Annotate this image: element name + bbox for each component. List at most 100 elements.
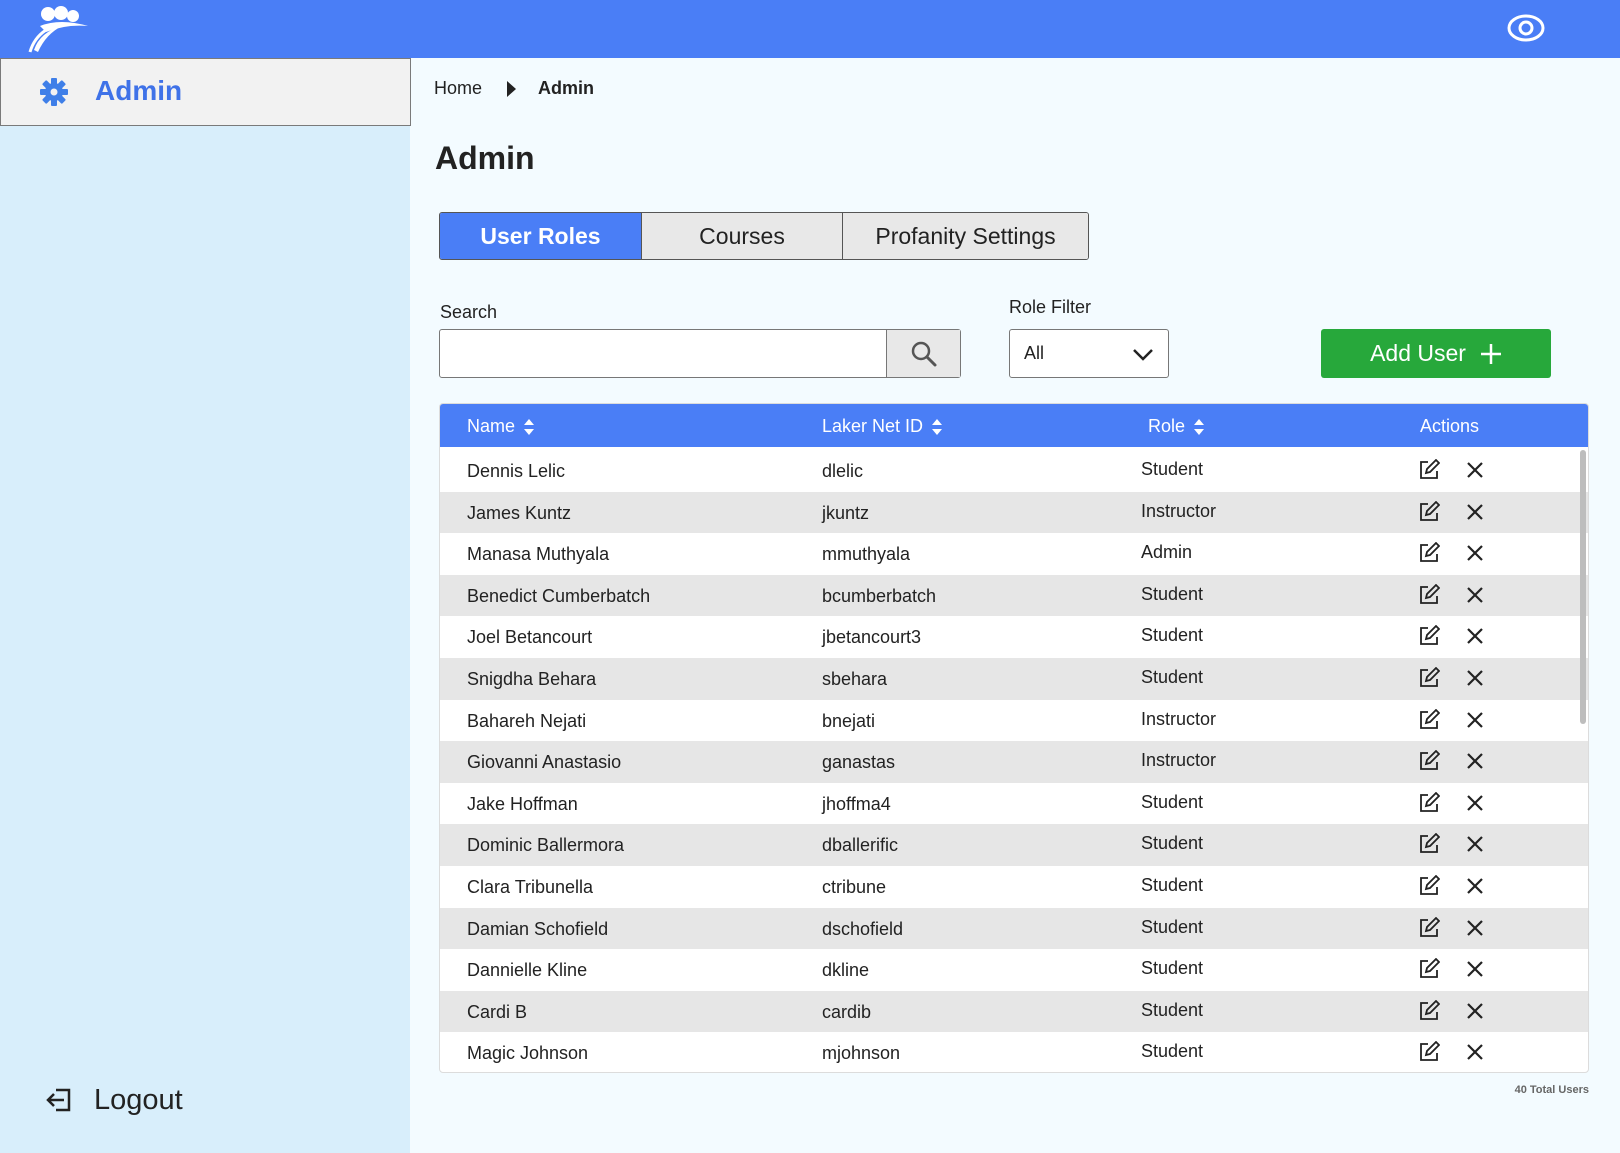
cell-role: Student <box>1141 1041 1204 1062</box>
cell-name: Benedict Cumberbatch <box>467 585 651 606</box>
cell-name: Damian Schofield <box>467 918 609 939</box>
add-user-label: Add User <box>1370 340 1466 366</box>
cell-name: Clara Tribunella <box>467 877 594 897</box>
cell-name: Dennis Lelic <box>467 461 566 481</box>
sort-icon <box>1194 418 1205 435</box>
tab-profanity-settings[interactable]: Profanity Settings <box>843 213 1088 259</box>
table-row: Snigdha Behara sbehara Student <box>440 658 1588 700</box>
cell-netid: cardib <box>822 1001 872 1022</box>
delete-icon[interactable] <box>1466 461 1484 479</box>
column-header-role[interactable]: Role <box>1148 416 1205 437</box>
delete-icon[interactable] <box>1466 503 1484 521</box>
logout-button[interactable]: Logout <box>44 1080 183 1120</box>
sidebar-item-admin[interactable]: Admin <box>0 58 411 126</box>
cell-role: Student <box>1141 625 1204 646</box>
cell-name: Magic Johnson <box>467 1043 589 1064</box>
breadcrumb-home[interactable]: Home <box>434 78 482 99</box>
cell-role: Instructor <box>1141 500 1217 521</box>
edit-icon[interactable] <box>1418 957 1441 980</box>
delete-icon[interactable] <box>1466 586 1484 604</box>
column-header-netid-label: Laker Net ID <box>822 416 924 436</box>
breadcrumb-current: Admin <box>538 78 595 98</box>
edit-icon[interactable] <box>1418 458 1441 481</box>
edit-icon[interactable] <box>1418 1041 1441 1063</box>
cell-role: Student <box>1141 999 1204 1020</box>
tab-courses[interactable]: Courses <box>642 213 843 259</box>
edit-icon[interactable] <box>1418 833 1441 855</box>
search-button[interactable] <box>886 330 960 377</box>
edit-icon[interactable] <box>1418 541 1441 564</box>
cell-netid: jhoffma4 <box>822 793 891 814</box>
delete-icon[interactable] <box>1466 877 1484 895</box>
page-title: Admin <box>435 140 535 176</box>
plus-icon <box>1480 343 1501 364</box>
table-row: Giovanni Anastasio ganastas Instructor <box>440 741 1588 783</box>
cell-name: Cardi B <box>467 1001 528 1022</box>
table-row: Joel Betancourt jbetancourt3 Student <box>440 616 1588 658</box>
top-bar <box>0 0 1620 58</box>
cell-netid: dballerific <box>822 835 899 856</box>
role-filter-value: All <box>1024 343 1045 363</box>
edit-icon[interactable] <box>1418 791 1441 814</box>
edit-icon[interactable] <box>1418 916 1441 939</box>
cell-netid: mjohnson <box>822 1043 901 1064</box>
people-logo-icon[interactable] <box>26 2 92 54</box>
table-row: James Kuntz jkuntz Instructor <box>440 491 1588 534</box>
cell-role: Instructor <box>1141 750 1217 771</box>
delete-icon[interactable] <box>1466 960 1484 978</box>
main-content: Home Admin Admin User Roles Courses Prof… <box>410 58 1620 1153</box>
tab-user-roles[interactable]: User Roles <box>440 213 642 259</box>
delete-icon[interactable] <box>1466 627 1484 645</box>
cell-name: Giovanni Anastasio <box>467 752 622 773</box>
table-row: Dennis Lelic dlelic Student <box>440 450 1588 492</box>
cell-netid: mmuthyala <box>822 544 911 565</box>
cell-name: Jake Hoffman <box>467 793 578 814</box>
edit-icon[interactable] <box>1418 666 1441 689</box>
cell-role: Student <box>1141 791 1204 812</box>
breadcrumb: Home Admin <box>434 78 594 99</box>
edit-icon[interactable] <box>1418 999 1441 1022</box>
delete-icon[interactable] <box>1466 835 1484 853</box>
role-filter-label: Role Filter <box>1009 297 1092 317</box>
cell-role: Student <box>1141 958 1204 979</box>
edit-icon[interactable] <box>1418 583 1441 606</box>
table-row: Benedict Cumberbatch bcumberbatch Student <box>440 574 1588 617</box>
delete-icon[interactable] <box>1466 711 1484 729</box>
column-header-name[interactable]: Name <box>467 416 535 437</box>
edit-icon[interactable] <box>1418 625 1441 647</box>
delete-icon[interactable] <box>1466 1002 1484 1020</box>
cell-netid: jkuntz <box>822 502 870 523</box>
cell-name: Dannielle Kline <box>467 960 588 981</box>
table-header: Name Laker Net ID Role Actions <box>440 404 1588 447</box>
cell-role: Student <box>1141 875 1204 895</box>
delete-icon[interactable] <box>1466 1043 1484 1061</box>
cell-role: Student <box>1141 667 1204 687</box>
table-scrollbar[interactable] <box>1580 450 1586 724</box>
delete-icon[interactable] <box>1466 794 1484 812</box>
delete-icon[interactable] <box>1466 669 1484 687</box>
table-row: Manasa Muthyala mmuthyala Admin <box>440 533 1588 575</box>
edit-icon[interactable] <box>1418 708 1441 731</box>
search-input[interactable] <box>440 330 886 377</box>
edit-icon[interactable] <box>1418 749 1441 772</box>
edit-icon[interactable] <box>1418 500 1441 523</box>
delete-icon[interactable] <box>1466 544 1484 562</box>
cell-role: Instructor <box>1141 708 1217 729</box>
cell-name: James Kuntz <box>467 502 572 523</box>
edit-icon[interactable] <box>1418 874 1441 897</box>
logout-icon <box>46 1088 71 1112</box>
column-header-actions: Actions <box>1420 416 1479 437</box>
eye-icon[interactable] <box>1506 11 1546 45</box>
delete-icon[interactable] <box>1466 752 1484 770</box>
table-row: Clara Tribunella ctribune Student <box>440 866 1588 908</box>
column-header-name-label: Name <box>467 416 516 436</box>
role-filter-select[interactable]: All <box>1009 329 1169 378</box>
column-header-netid[interactable]: Laker Net ID <box>822 416 943 437</box>
gear-icon <box>40 78 68 106</box>
delete-icon[interactable] <box>1466 919 1484 937</box>
add-user-button[interactable]: Add User <box>1321 329 1551 378</box>
cell-netid: dschofield <box>822 918 904 939</box>
cell-role: Student <box>1141 583 1204 604</box>
table-row: Cardi B cardib Student <box>440 990 1588 1033</box>
sidebar: Admin Logout <box>0 58 411 1153</box>
